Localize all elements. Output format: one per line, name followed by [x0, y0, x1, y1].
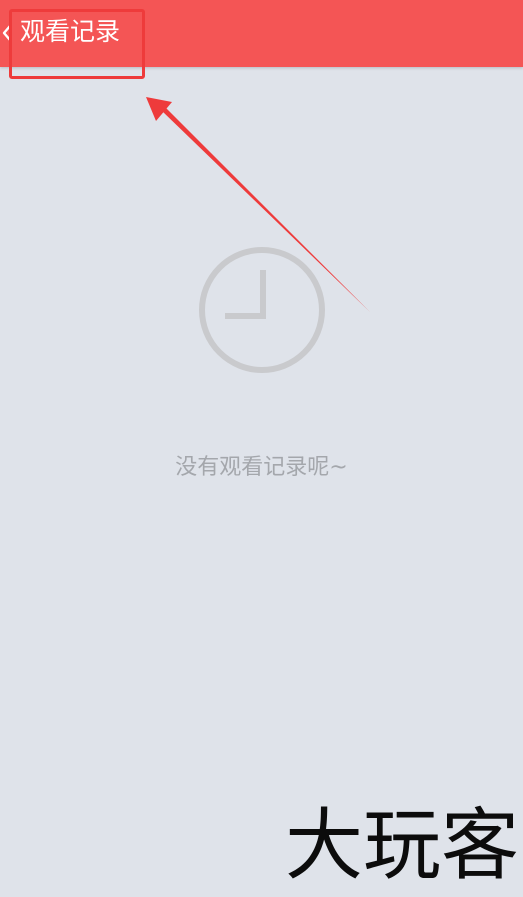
- annotation-arrow: [146, 97, 370, 312]
- annotation-highlight-box: [9, 9, 145, 79]
- watermark-text: 大玩客: [284, 801, 519, 891]
- empty-state-message: 没有观看记录呢~: [175, 455, 348, 480]
- clock-icon: [199, 247, 325, 373]
